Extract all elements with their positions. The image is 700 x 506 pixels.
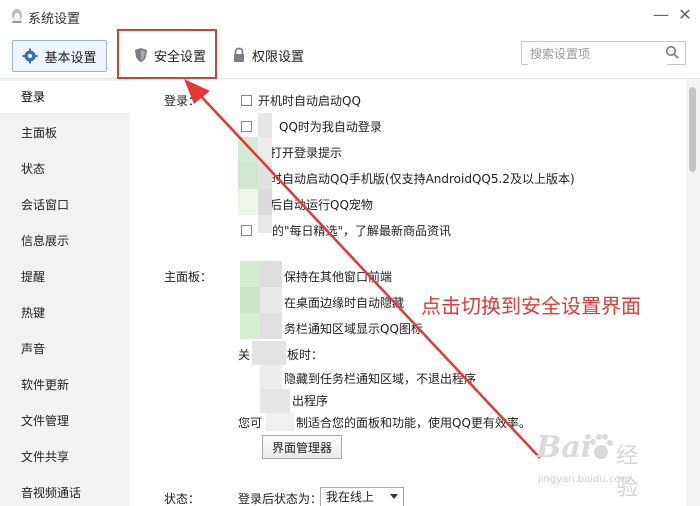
sidebar-item-hotkeys[interactable]: 热键 (21, 304, 45, 321)
watermark-url: jingyan.baidu.com (538, 474, 631, 485)
annotation-text: 点击切换到安全设置界面 (421, 294, 641, 318)
scrollbar-thumb[interactable] (689, 87, 696, 172)
sidebar: 登录 主面板 状态 会话窗口 信息展示 提醒 热键 声音 软件更新 文件管理 文… (0, 79, 130, 506)
qq-penguin-icon (12, 9, 22, 23)
option-exit-program: 出程序 (292, 394, 329, 408)
after-login-status-label: 登录后状态为： (238, 492, 323, 506)
main-panel-section-label: 主面板： (164, 270, 213, 284)
option-mobile-qq: 时自动启动QQ手机版(仅支持AndroidQQ5.2及以上版本) (270, 172, 575, 186)
login-section-label: 登录： (164, 94, 201, 108)
sidebar-item-software-update[interactable]: 软件更新 (21, 376, 69, 393)
watermark-brand: Bai (536, 430, 593, 465)
option-daily-picks: 的"每日精选"，了解最新商品资讯 (272, 224, 452, 238)
sidebar-item-file-sharing[interactable]: 文件共享 (21, 448, 69, 465)
content-scrollbar[interactable] (686, 79, 700, 506)
shield-icon (134, 48, 147, 62)
sidebar-item-av-call[interactable]: 音视频通话 (21, 484, 81, 501)
option-auto-start: 开机时自动启动QQ (258, 94, 361, 108)
interface-manager-label: 界面管理器 (271, 440, 332, 455)
interface-manager-button[interactable]: 界面管理器 (262, 435, 342, 459)
gear-icon (22, 48, 38, 64)
option-login-tips: 打开登录提示 (270, 146, 343, 160)
option-auto-hide: 在桌面边缘时自动隐藏 (284, 296, 405, 310)
close-panel-label-right: 板时： (287, 348, 324, 362)
sidebar-item-file-management[interactable]: 文件管理 (21, 412, 69, 429)
panel-description-left: 您可 (238, 416, 263, 430)
tab-label: 安全设置 (153, 49, 206, 65)
checkbox-auto-start[interactable] (241, 95, 252, 106)
sidebar-item-status[interactable]: 状态 (21, 160, 45, 177)
search-box[interactable] (521, 41, 686, 65)
title-bar: 系统设置 — ✕ (0, 0, 700, 32)
chevron-down-icon (390, 494, 398, 499)
checkbox-daily-picks[interactable] (241, 225, 252, 236)
paw-icon (590, 434, 613, 459)
panel-description-right: 制适合您的面板和功能，使用QQ更有效率。 (296, 416, 531, 430)
lock-icon (234, 47, 244, 62)
status-section-label: 状态： (164, 492, 201, 506)
option-auto-login: QQ时为我自动登录 (279, 120, 382, 134)
option-hide-to-tray: 隐藏到任务栏通知区域，不退出程序 (284, 372, 477, 386)
option-tray-icon: 务栏通知区域显示QQ图标 (284, 322, 423, 336)
search-input[interactable] (528, 43, 667, 65)
option-qq-pet: 后自动运行QQ宠物 (270, 198, 373, 212)
sidebar-active-background (0, 81, 130, 113)
tab-permission-settings[interactable]: 权限设置 (232, 40, 322, 70)
sidebar-item-main-panel[interactable]: 主面板 (21, 124, 57, 141)
close-panel-label-left: 关 (238, 348, 251, 362)
minimize-button[interactable]: — (650, 4, 672, 26)
sidebar-item-info-display[interactable]: 信息展示 (21, 232, 69, 249)
settings-toolbar: 基本设置 安全设置 权限设置 (0, 32, 700, 79)
sidebar-item-login[interactable]: 登录 (21, 88, 45, 105)
sidebar-item-reminders[interactable]: 提醒 (21, 268, 45, 285)
checkbox-auto-login[interactable] (241, 121, 252, 132)
sidebar-item-chat-window[interactable]: 会话窗口 (21, 196, 69, 213)
search-icon[interactable] (665, 45, 679, 59)
window-title: 系统设置 (28, 12, 81, 27)
close-button[interactable]: ✕ (674, 4, 696, 26)
tab-basic-settings[interactable]: 基本设置 (12, 40, 107, 72)
watermark-cn: 经验 (616, 444, 639, 501)
tab-label: 基本设置 (44, 50, 97, 66)
tab-security-settings[interactable]: 安全设置 (122, 40, 218, 70)
sidebar-item-sound[interactable]: 声音 (21, 340, 45, 357)
tab-label: 权限设置 (252, 49, 305, 65)
status-selected-value: 我在线上 (326, 490, 375, 504)
option-always-on-top: 保持在其他窗口前端 (284, 270, 393, 284)
status-select[interactable]: 我在线上 (320, 487, 404, 506)
